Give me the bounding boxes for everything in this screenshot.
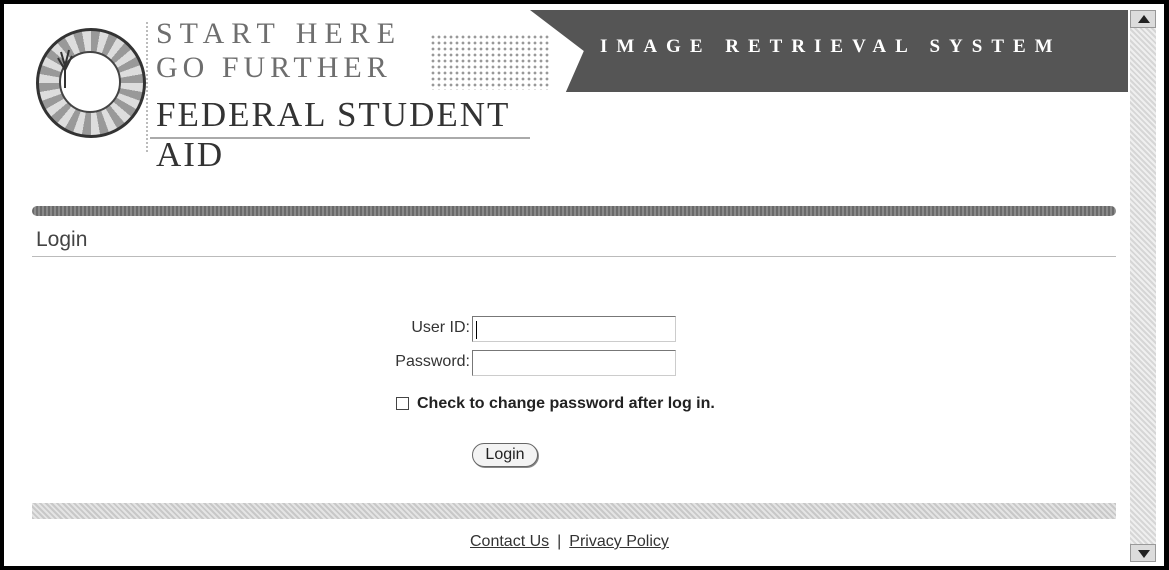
change-password-label: Check to change password after log in. <box>417 395 715 412</box>
browser-frame: START HERE GO FURTHER FEDERAL STUDENT AI… <box>4 4 1164 566</box>
footer-links: Contact Us | Privacy Policy <box>470 533 669 551</box>
tree-icon <box>57 49 73 88</box>
scroll-down-arrow-icon <box>1138 550 1150 558</box>
change-password-checkbox[interactable] <box>396 397 409 411</box>
user-id-input[interactable] <box>472 316 676 342</box>
vertical-scrollbar[interactable] <box>1130 10 1156 562</box>
system-title: IMAGE RETRIEVAL SYSTEM <box>600 36 1062 57</box>
title-divider <box>32 256 1116 257</box>
logo-underline <box>150 137 530 139</box>
text-caret <box>476 321 477 339</box>
scroll-down-button[interactable] <box>1130 544 1156 562</box>
start-here-text: START HERE <box>156 17 403 50</box>
header-rule <box>32 206 1116 216</box>
logo-divider <box>146 22 148 152</box>
scroll-up-arrow-icon <box>1138 15 1150 23</box>
password-input[interactable] <box>472 350 676 376</box>
contact-us-link[interactable]: Contact Us <box>470 533 549 550</box>
dot-pattern <box>430 34 550 90</box>
department-seal-icon <box>36 28 146 138</box>
fsa-logo: START HERE GO FURTHER FEDERAL STUDENT AI… <box>10 10 570 174</box>
page-title: Login <box>36 228 88 251</box>
password-label: Password: <box>395 353 470 370</box>
change-password-option[interactable]: Check to change password after log in. <box>396 395 715 413</box>
page-content: START HERE GO FURTHER FEDERAL STUDENT AI… <box>10 10 1128 562</box>
federal-student-aid-text: FEDERAL STUDENT AID <box>156 95 510 174</box>
login-button[interactable]: Login <box>472 443 538 467</box>
user-id-label: User ID: <box>411 319 470 336</box>
footer-band <box>32 503 1116 519</box>
privacy-policy-link[interactable]: Privacy Policy <box>569 533 669 550</box>
go-further-text: GO FURTHER <box>156 51 392 84</box>
footer-separator: | <box>557 533 562 550</box>
scroll-up-button[interactable] <box>1130 10 1156 28</box>
